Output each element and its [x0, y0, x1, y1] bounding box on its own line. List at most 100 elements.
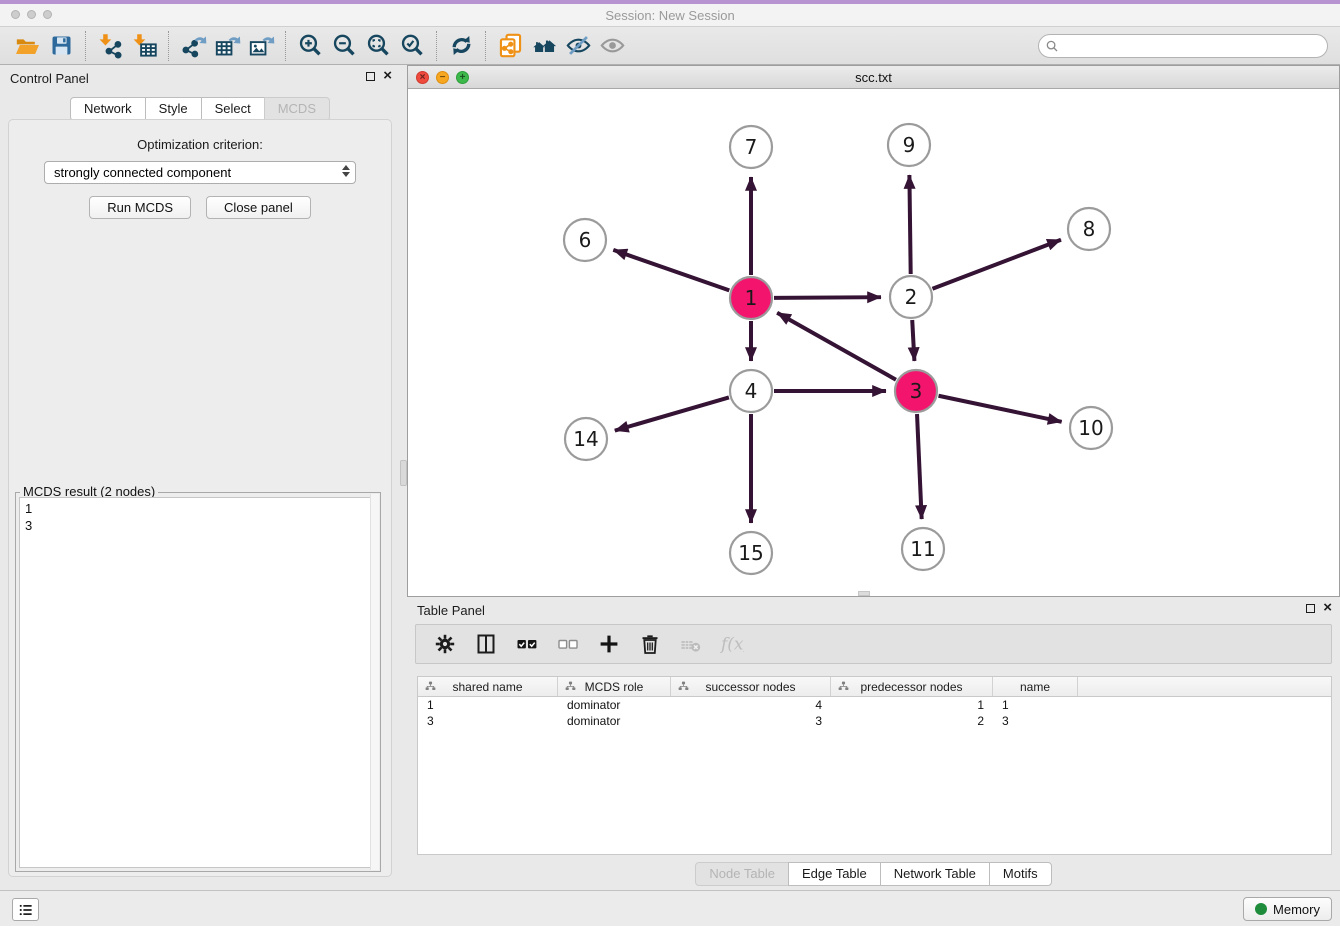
- graph-edge-1-6[interactable]: [613, 250, 729, 291]
- toolbar-separator: [285, 31, 286, 61]
- graph-edge-3-10[interactable]: [939, 396, 1062, 422]
- table-cell[interactable]: 1: [831, 697, 993, 713]
- open-session-icon[interactable]: [10, 31, 44, 61]
- criterion-selected-value: strongly connected component: [54, 165, 231, 180]
- zoom-in-icon[interactable]: [293, 31, 327, 61]
- column-icon[interactable]: [472, 630, 500, 658]
- hide-panels-icon[interactable]: [561, 31, 595, 61]
- search-icon: [1045, 39, 1060, 54]
- table-header-row: shared nameMCDS rolesuccessor nodesprede…: [418, 677, 1331, 697]
- memory-button[interactable]: Memory: [1243, 897, 1332, 921]
- table-cell[interactable]: dominator: [558, 713, 671, 729]
- zoom-selected-icon[interactable]: [395, 31, 429, 61]
- tab-motifs[interactable]: Motifs: [989, 862, 1052, 886]
- add-row-icon[interactable]: [595, 630, 623, 658]
- select-all-icon[interactable]: [513, 630, 541, 658]
- graph-edge-3-1[interactable]: [777, 313, 896, 380]
- graph-edge-2-9[interactable]: [909, 175, 910, 274]
- graph-edge-2-8[interactable]: [932, 240, 1060, 289]
- table-cell[interactable]: 1: [418, 697, 558, 713]
- graph-edge-3-11[interactable]: [917, 414, 922, 519]
- column-header-shared-name[interactable]: shared name: [418, 677, 558, 696]
- table-cell[interactable]: 3: [671, 713, 831, 729]
- refresh-icon[interactable]: [444, 31, 478, 61]
- select-stepper-icon: [342, 165, 350, 177]
- table-cell[interactable]: 3: [993, 713, 1078, 729]
- column-header-predecessor-nodes[interactable]: predecessor nodes: [831, 677, 993, 696]
- tab-node-table[interactable]: Node Table: [695, 862, 789, 886]
- table-row[interactable]: 1dominator411: [418, 697, 1331, 713]
- tab-network-table[interactable]: Network Table: [880, 862, 990, 886]
- vertical-splitter[interactable]: [400, 65, 407, 597]
- zoom-out-icon[interactable]: [327, 31, 361, 61]
- deselect-all-icon[interactable]: [554, 630, 582, 658]
- memory-label: Memory: [1273, 902, 1320, 917]
- close-table-panel-icon[interactable]: ×: [1323, 602, 1332, 614]
- table-cell[interactable]: 4: [671, 697, 831, 713]
- criterion-select[interactable]: strongly connected component: [44, 161, 356, 184]
- function-builder-icon: f(x): [718, 630, 746, 658]
- tab-mcds[interactable]: MCDS: [264, 97, 330, 121]
- zoom-fit-icon[interactable]: [361, 31, 395, 61]
- main-toolbar: [0, 27, 1340, 65]
- export-table-icon[interactable]: [210, 31, 244, 61]
- status-bar: Memory: [0, 890, 1340, 926]
- graph-svg: 7968124314101511: [408, 89, 1339, 596]
- show-panels-icon[interactable]: [595, 31, 629, 61]
- graph-node-label-1: 1: [745, 286, 758, 310]
- node-table: shared nameMCDS rolesuccessor nodesprede…: [417, 676, 1332, 855]
- column-header-successor-nodes[interactable]: successor nodes: [671, 677, 831, 696]
- table-toolbar: f(x): [415, 624, 1332, 664]
- tab-network[interactable]: Network: [70, 97, 146, 121]
- graph-edge-1-2[interactable]: [774, 297, 881, 298]
- graph-edge-4-14[interactable]: [615, 397, 729, 430]
- toolbar-separator: [168, 31, 169, 61]
- graph-node-label-7: 7: [745, 135, 758, 159]
- graph-node-label-15: 15: [738, 541, 763, 565]
- graph-node-label-14: 14: [573, 427, 598, 451]
- table-row[interactable]: 3dominator323: [418, 713, 1331, 729]
- graph-node-label-2: 2: [905, 285, 918, 309]
- column-header-MCDS-role[interactable]: MCDS role: [558, 677, 671, 696]
- mcds-result-group: MCDS result (2 nodes) 1 3: [15, 492, 381, 872]
- tab-style[interactable]: Style: [145, 97, 202, 121]
- optimization-criterion-label: Optimization criterion:: [9, 137, 391, 152]
- save-session-icon[interactable]: [44, 31, 78, 61]
- graph-edge-2-3[interactable]: [912, 320, 914, 361]
- home-icon[interactable]: [527, 31, 561, 61]
- export-network-icon[interactable]: [176, 31, 210, 61]
- network-view-window: × − + scc.txt 7968124314101511: [407, 65, 1340, 597]
- graph-node-label-9: 9: [903, 133, 916, 157]
- export-image-icon[interactable]: [244, 31, 278, 61]
- close-panel-icon[interactable]: ×: [383, 70, 392, 82]
- mcds-result-list[interactable]: 1 3: [19, 497, 377, 868]
- tab-select[interactable]: Select: [201, 97, 265, 121]
- column-header-name[interactable]: name: [993, 677, 1078, 696]
- delete-row-icon[interactable]: [636, 630, 664, 658]
- settings-icon[interactable]: [431, 630, 459, 658]
- tab-edge-table[interactable]: Edge Table: [788, 862, 881, 886]
- clone-network-icon[interactable]: [493, 31, 527, 61]
- import-table-icon[interactable]: [127, 31, 161, 61]
- list-icon: [17, 901, 35, 919]
- search-field[interactable]: [1038, 34, 1328, 58]
- import-network-icon[interactable]: [93, 31, 127, 61]
- canvas-grip[interactable]: [858, 591, 870, 596]
- table-cell[interactable]: dominator: [558, 697, 671, 713]
- result-scrollbar[interactable]: [370, 494, 379, 870]
- float-table-panel-icon[interactable]: [1306, 604, 1315, 613]
- float-panel-icon[interactable]: [366, 72, 375, 81]
- graph-node-label-4: 4: [745, 379, 758, 403]
- graph-node-label-10: 10: [1078, 416, 1103, 440]
- close-panel-button[interactable]: Close panel: [206, 196, 311, 219]
- app-titlebar: Session: New Session: [0, 0, 1340, 27]
- table-cell[interactable]: 2: [831, 713, 993, 729]
- task-history-button[interactable]: [12, 898, 39, 921]
- table-cell[interactable]: 1: [993, 697, 1078, 713]
- search-input[interactable]: [1060, 37, 1327, 55]
- table-panel-tabs: Node TableEdge TableNetwork TableMotifs: [407, 862, 1340, 886]
- network-canvas[interactable]: 7968124314101511: [408, 89, 1339, 596]
- run-mcds-button[interactable]: Run MCDS: [89, 196, 191, 219]
- table-cell[interactable]: 3: [418, 713, 558, 729]
- delete-column-icon: [677, 630, 705, 658]
